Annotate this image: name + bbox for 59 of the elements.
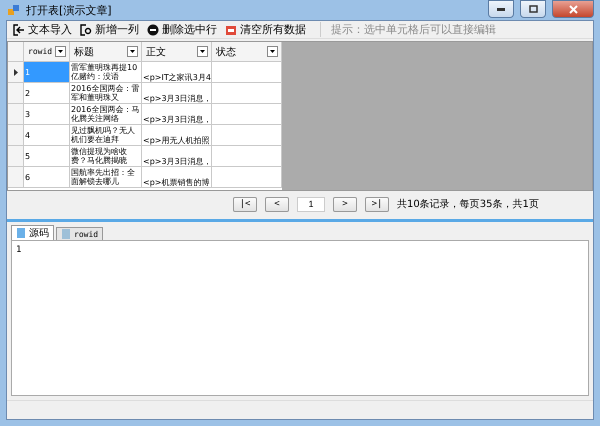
- document-icon: [16, 228, 26, 238]
- table-cell[interactable]: 微信提现为啥收费？马化腾揭晓: [70, 146, 142, 167]
- toolbar-button[interactable]: 新增一列: [80, 22, 139, 37]
- page-field[interactable]: 1: [297, 196, 325, 212]
- tab[interactable]: rowid: [56, 227, 104, 240]
- dropdown-icon[interactable]: [197, 46, 208, 57]
- table-cell[interactable]: [212, 125, 282, 146]
- toolbar-button[interactable]: 清空所有数据: [225, 22, 306, 37]
- close-button[interactable]: [552, 0, 594, 18]
- table-cell[interactable]: <p>3月3日消息，: [142, 83, 212, 104]
- dropdown-icon[interactable]: [55, 46, 66, 57]
- row-header[interactable]: [8, 62, 24, 83]
- current-row-icon: [14, 68, 18, 76]
- table-cell[interactable]: 4: [24, 125, 70, 146]
- column-header[interactable]: 标题: [70, 42, 142, 62]
- source-editor[interactable]: 1: [11, 240, 589, 396]
- previous-page-button[interactable]: <: [265, 196, 289, 212]
- column-header[interactable]: 状态: [212, 42, 282, 62]
- table-cell[interactable]: 5: [24, 146, 70, 167]
- column-header[interactable]: rowid: [24, 42, 70, 62]
- close-icon: [568, 4, 578, 14]
- minus-circle-icon: [147, 24, 159, 36]
- table-cell[interactable]: [212, 146, 282, 167]
- dropdown-icon[interactable]: [127, 46, 138, 57]
- last-page-button[interactable]: >|: [365, 196, 389, 212]
- table-cell[interactable]: <p>3月3日消息，: [142, 146, 212, 167]
- table-cell[interactable]: 2016全国两会：马化腾关注网络: [70, 104, 142, 125]
- table-cell[interactable]: <p>3月3日消息，: [142, 104, 212, 125]
- maximize-icon: [528, 5, 538, 13]
- table-cell[interactable]: 雷军董明珠再提10亿赌约：没语: [70, 62, 142, 83]
- hint-text: 提示：选中单元格后可以直接编辑: [320, 22, 496, 37]
- table-cell[interactable]: 2016全国两会：雷军和董明珠又: [70, 83, 142, 104]
- table-cell[interactable]: [212, 104, 282, 125]
- table-cell[interactable]: 3: [24, 104, 70, 125]
- table-cell[interactable]: 见过飘机吗？无人机们要在迪拜: [70, 125, 142, 146]
- dropdown-icon[interactable]: [267, 46, 278, 57]
- table-cell[interactable]: 6: [24, 167, 70, 188]
- column-header[interactable]: 正文: [142, 42, 212, 62]
- minimize-button[interactable]: [488, 0, 514, 18]
- window-title: 打开表[演示文章]: [26, 2, 112, 18]
- table-cell[interactable]: [212, 167, 282, 188]
- document-icon: [61, 229, 71, 239]
- table-cell[interactable]: <p>用无人机拍照: [142, 125, 212, 146]
- next-page-button[interactable]: >: [333, 196, 357, 212]
- table-cell[interactable]: 2: [24, 83, 70, 104]
- table-cell[interactable]: 国航率先出招：全面解锁去哪儿: [70, 167, 142, 188]
- table-cell[interactable]: [212, 83, 282, 104]
- record-summary: 共10条记录，每页35条，共1页: [397, 198, 539, 211]
- table-cell[interactable]: <p>IT之家讯3月4: [142, 62, 212, 83]
- table-cell[interactable]: <p>机票销售的博: [142, 167, 212, 188]
- toolbar-button[interactable]: 文本导入: [13, 22, 72, 37]
- first-page-button[interactable]: |<: [233, 196, 257, 212]
- app-icon: [8, 4, 20, 16]
- maximize-button[interactable]: [520, 0, 546, 18]
- minimize-icon: [497, 8, 505, 10]
- toolbar-button[interactable]: 删除选中行: [147, 22, 217, 37]
- tab[interactable]: 源码: [11, 225, 54, 240]
- table-cell[interactable]: [212, 62, 282, 83]
- import-icon: [13, 24, 25, 36]
